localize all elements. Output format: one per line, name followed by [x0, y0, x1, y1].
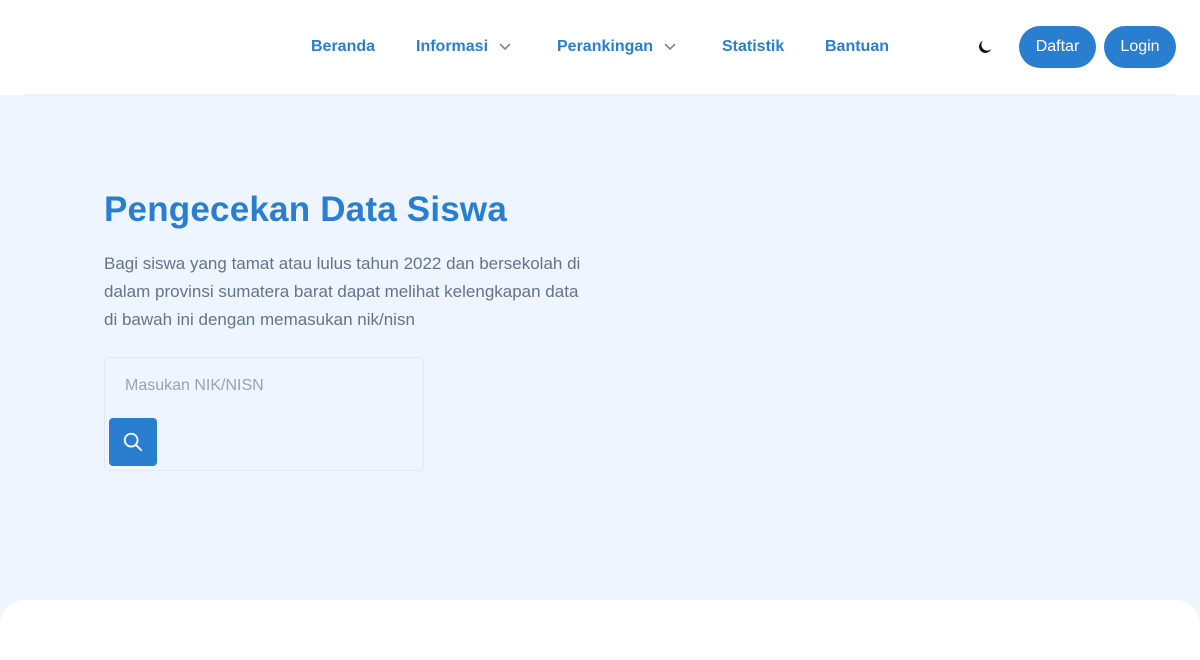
- search-card: [104, 357, 424, 471]
- search-icon: [123, 432, 143, 452]
- theme-toggle-button[interactable]: [974, 36, 996, 58]
- nav-item-informasi[interactable]: Informasi: [416, 36, 511, 58]
- nav-item-perankingan[interactable]: Perankingan: [557, 36, 676, 58]
- nav-item-bantuan[interactable]: Bantuan: [825, 36, 889, 58]
- nav-item-beranda[interactable]: Beranda: [311, 36, 375, 58]
- nav-item-label: Beranda: [311, 38, 376, 55]
- content-panel: [0, 600, 1200, 660]
- hero-description: Bagi siswa yang tamat atau lulus tahun 2…: [104, 254, 581, 329]
- nik-nisn-input[interactable]: [105, 358, 423, 414]
- top-navbar: Beranda Informasi Perankingan Statistik …: [0, 0, 1200, 95]
- chevron-down-icon: [499, 43, 511, 51]
- login-button[interactable]: Login: [1104, 26, 1176, 68]
- nav-item-label: Informasi: [416, 38, 489, 55]
- nav-item-label: Bantuan: [825, 38, 889, 55]
- search-button[interactable]: [109, 418, 157, 466]
- moon-icon: [979, 40, 992, 53]
- register-button[interactable]: Daftar: [1019, 26, 1096, 68]
- page-title: Pengecekan Data Siswa: [104, 190, 508, 229]
- nav-item-label: Statistik: [722, 38, 785, 55]
- chevron-down-icon: [664, 43, 676, 51]
- nav-item-statistik[interactable]: Statistik: [722, 36, 784, 58]
- header-divider: [24, 94, 1176, 95]
- nav-item-label: Perankingan: [557, 38, 654, 55]
